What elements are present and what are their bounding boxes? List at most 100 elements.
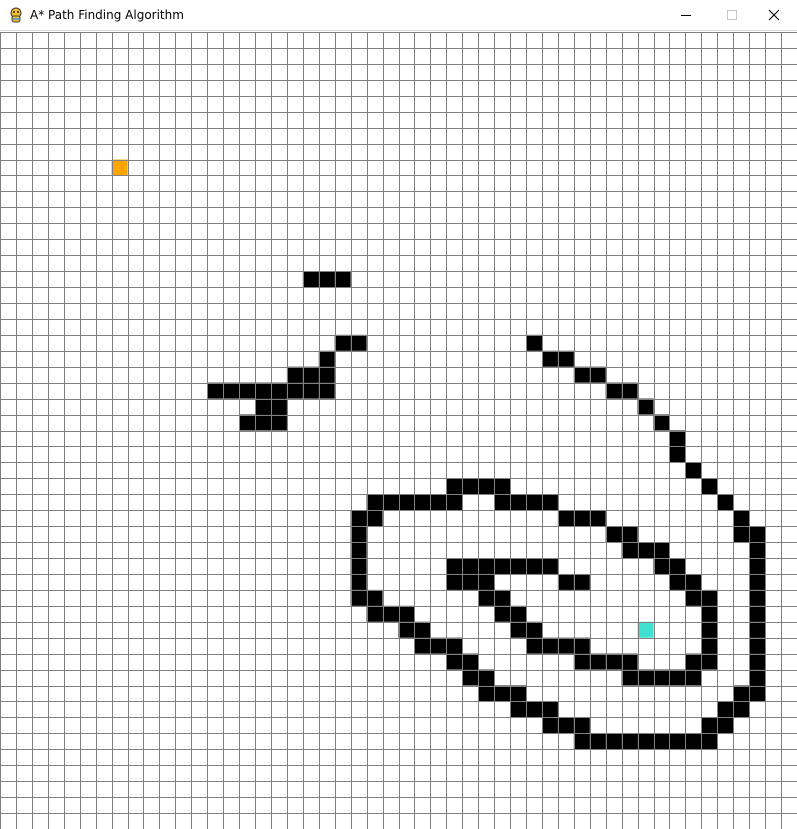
barrier-cell[interactable] bbox=[398, 494, 415, 511]
barrier-cell[interactable] bbox=[605, 382, 622, 399]
title-bar[interactable]: A* Path Finding Algorithm bbox=[0, 0, 797, 31]
barrier-cell[interactable] bbox=[621, 653, 638, 670]
barrier-cell[interactable] bbox=[446, 573, 463, 590]
barrier-cell[interactable] bbox=[494, 494, 511, 511]
barrier-cell[interactable] bbox=[366, 605, 383, 622]
barrier-cell[interactable] bbox=[541, 701, 558, 718]
barrier-cell[interactable] bbox=[557, 510, 574, 527]
barrier-cell[interactable] bbox=[510, 494, 527, 511]
barrier-cell[interactable] bbox=[637, 669, 654, 686]
barrier-cell[interactable] bbox=[446, 637, 463, 654]
barrier-cell[interactable] bbox=[749, 685, 766, 702]
barrier-cell[interactable] bbox=[286, 366, 303, 383]
barrier-cell[interactable] bbox=[302, 271, 319, 288]
barrier-cell[interactable] bbox=[223, 382, 240, 399]
barrier-cell[interactable] bbox=[541, 350, 558, 367]
barrier-cell[interactable] bbox=[446, 494, 463, 511]
barrier-cell[interactable] bbox=[685, 653, 702, 670]
barrier-cell[interactable] bbox=[526, 621, 542, 638]
barrier-cell[interactable] bbox=[430, 494, 447, 511]
barrier-cell[interactable] bbox=[685, 733, 702, 750]
barrier-cell[interactable] bbox=[573, 637, 590, 654]
barrier-cell[interactable] bbox=[701, 589, 718, 606]
barrier-cell[interactable] bbox=[605, 526, 622, 543]
barrier-cell[interactable] bbox=[605, 653, 622, 670]
barrier-cell[interactable] bbox=[382, 494, 399, 511]
barrier-cell[interactable] bbox=[541, 717, 558, 734]
barrier-cell[interactable] bbox=[350, 526, 367, 543]
barrier-cell[interactable] bbox=[749, 573, 766, 590]
barrier-cell[interactable] bbox=[526, 701, 542, 718]
barrier-cell[interactable] bbox=[573, 717, 590, 734]
pathfinding-grid[interactable] bbox=[0, 32, 797, 829]
barrier-cell[interactable] bbox=[350, 573, 367, 590]
barrier-cell[interactable] bbox=[557, 573, 574, 590]
barrier-cell[interactable] bbox=[701, 733, 718, 750]
start-node[interactable] bbox=[111, 159, 128, 176]
barrier-cell[interactable] bbox=[350, 542, 367, 559]
barrier-cell[interactable] bbox=[669, 430, 686, 447]
barrier-cell[interactable] bbox=[685, 589, 702, 606]
barrier-cell[interactable] bbox=[462, 478, 479, 495]
barrier-cell[interactable] bbox=[669, 669, 686, 686]
barrier-cell[interactable] bbox=[510, 701, 527, 718]
barrier-cell[interactable] bbox=[318, 366, 335, 383]
barrier-cell[interactable] bbox=[270, 382, 287, 399]
barrier-cell[interactable] bbox=[494, 558, 511, 574]
barrier-cell[interactable] bbox=[749, 589, 766, 606]
end-node[interactable] bbox=[637, 621, 654, 638]
barrier-cell[interactable] bbox=[526, 334, 542, 351]
barrier-cell[interactable] bbox=[573, 653, 590, 670]
barrier-cell[interactable] bbox=[302, 382, 319, 399]
barrier-cell[interactable] bbox=[701, 653, 718, 670]
barrier-cell[interactable] bbox=[478, 669, 495, 686]
barrier-cell[interactable] bbox=[366, 494, 383, 511]
barrier-cell[interactable] bbox=[749, 621, 766, 638]
barrier-cell[interactable] bbox=[573, 733, 590, 750]
barrier-cell[interactable] bbox=[557, 637, 574, 654]
barrier-cell[interactable] bbox=[446, 558, 463, 574]
barrier-cell[interactable] bbox=[510, 558, 527, 574]
barrier-cell[interactable] bbox=[239, 414, 256, 431]
barrier-cell[interactable] bbox=[653, 542, 670, 559]
barrier-cell[interactable] bbox=[239, 382, 256, 399]
barrier-cell[interactable] bbox=[318, 271, 335, 288]
barrier-cell[interactable] bbox=[478, 685, 495, 702]
barrier-cell[interactable] bbox=[526, 494, 542, 511]
barrier-cell[interactable] bbox=[701, 478, 718, 495]
barrier-cell[interactable] bbox=[557, 717, 574, 734]
barrier-cell[interactable] bbox=[462, 653, 479, 670]
barrier-cell[interactable] bbox=[318, 350, 335, 367]
barrier-cell[interactable] bbox=[462, 573, 479, 590]
barrier-cell[interactable] bbox=[733, 701, 750, 718]
barrier-cell[interactable] bbox=[286, 382, 303, 399]
grid-board[interactable] bbox=[0, 32, 797, 829]
barrier-cell[interactable] bbox=[749, 542, 766, 559]
barrier-cell[interactable] bbox=[653, 669, 670, 686]
barrier-cell[interactable] bbox=[701, 637, 718, 654]
barrier-cell[interactable] bbox=[621, 669, 638, 686]
barrier-cell[interactable] bbox=[749, 605, 766, 622]
barrier-cell[interactable] bbox=[653, 414, 670, 431]
minimize-button[interactable] bbox=[663, 0, 709, 30]
barrier-cell[interactable] bbox=[573, 510, 590, 527]
barrier-cell[interactable] bbox=[653, 733, 670, 750]
barrier-cell[interactable] bbox=[685, 573, 702, 590]
barrier-cell[interactable] bbox=[749, 653, 766, 670]
barrier-cell[interactable] bbox=[717, 717, 734, 734]
barrier-cell[interactable] bbox=[637, 542, 654, 559]
barrier-cell[interactable] bbox=[414, 494, 431, 511]
maximize-button[interactable] bbox=[709, 0, 755, 30]
barrier-cell[interactable] bbox=[733, 510, 750, 527]
barrier-cell[interactable] bbox=[653, 558, 670, 574]
barrier-cell[interactable] bbox=[255, 398, 271, 415]
barrier-cell[interactable] bbox=[589, 733, 606, 750]
barrier-cell[interactable] bbox=[621, 526, 638, 543]
barrier-cell[interactable] bbox=[669, 558, 686, 574]
barrier-cell[interactable] bbox=[366, 589, 383, 606]
barrier-cell[interactable] bbox=[701, 717, 718, 734]
barrier-cell[interactable] bbox=[462, 669, 479, 686]
barrier-cell[interactable] bbox=[733, 526, 750, 543]
barrier-cell[interactable] bbox=[717, 494, 734, 511]
barrier-cell[interactable] bbox=[478, 573, 495, 590]
